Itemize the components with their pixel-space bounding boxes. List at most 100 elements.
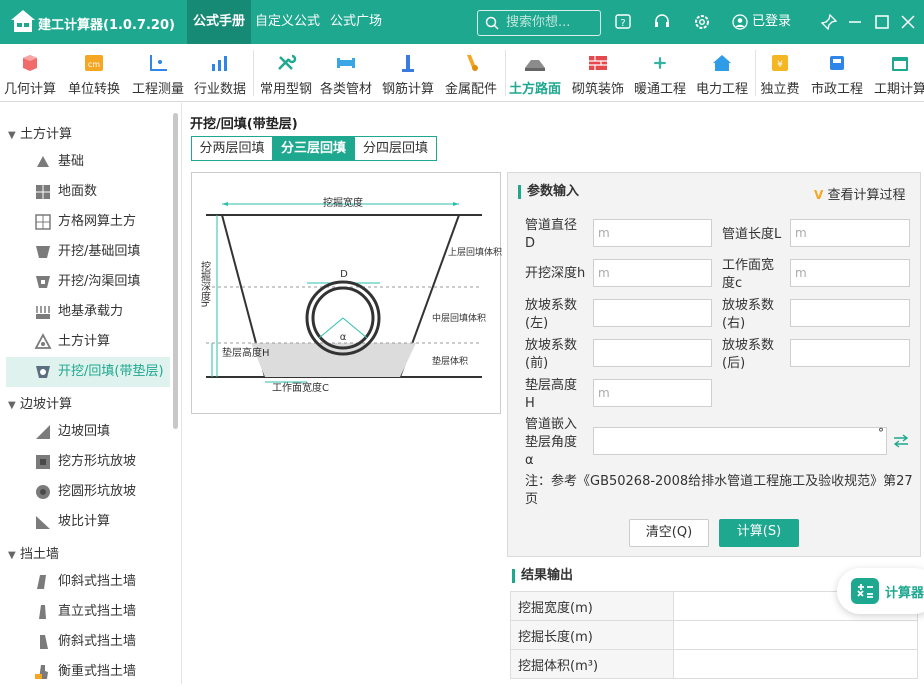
slope-front-input[interactable]	[593, 339, 712, 367]
tab-formula-square[interactable]: 公式广场	[324, 0, 388, 44]
sidebar-scrollbar[interactable]	[173, 113, 178, 429]
tool-geometry[interactable]: 几何计算	[0, 44, 60, 102]
wrench-icon	[278, 54, 297, 70]
tool-rebar[interactable]: 钢筋计算	[378, 44, 438, 102]
search-placeholder: 搜索你想...	[506, 15, 571, 30]
tool-pipes[interactable]: 各类管材	[316, 44, 376, 102]
sidebar-item-vertical-wall[interactable]: 直立式挡土墙	[6, 597, 170, 627]
grid-icon	[36, 185, 50, 199]
rebar-icon	[402, 55, 414, 72]
dim-depth-label: 挖掘深度h	[199, 260, 211, 308]
slope-back-input[interactable]	[790, 339, 910, 367]
input-panel: 参数输入 V 查看计算过程 管道直径D m 管道长度L m 开挖深度h m 工作…	[507, 172, 921, 557]
swap-icon[interactable]	[892, 434, 910, 448]
pipe-diameter-input[interactable]: m	[593, 219, 712, 247]
trench-icon	[36, 246, 50, 258]
workface-width-input[interactable]: m	[790, 259, 910, 287]
label-embed-angle: 管道嵌入垫层角度α	[525, 417, 578, 468]
user-icon	[732, 14, 748, 30]
cushion-height-input[interactable]: m	[593, 379, 712, 407]
tool-masonry[interactable]: 砌筑装饰	[568, 44, 628, 102]
floating-calculator-button[interactable]: 计算器	[837, 568, 924, 614]
tool-metal-parts[interactable]: 金属配件	[440, 44, 502, 102]
help-icon[interactable]: ?	[614, 13, 632, 31]
result-heading: 结果输出	[512, 569, 573, 583]
tool-independent-fee[interactable]: ¥ 独立费	[756, 44, 804, 102]
result-value	[673, 620, 918, 650]
sidebar-item-slope-ratio[interactable]: 坡比计算	[6, 507, 170, 537]
tool-municipal[interactable]: 市政工程	[806, 44, 868, 102]
app-logo-icon	[11, 10, 35, 32]
label-slope-back: 放坡系数(后)	[722, 338, 775, 371]
sidebar-item-ditch-backfill[interactable]: 开挖/沟渠回填	[6, 267, 170, 297]
calculator-icon	[851, 578, 879, 604]
sidebar-item-bearing-capacity[interactable]: 地基承载力	[6, 297, 170, 327]
sidebar-item-grid-earthwork[interactable]: 方格网算土方	[6, 207, 170, 237]
sidebar-group-earthwork[interactable]: ▼ 土方计算	[8, 123, 72, 142]
sidebar-item-cushion-backfill[interactable]: 开挖/回填(带垫层)	[6, 357, 170, 387]
clear-button[interactable]: 清空(Q)	[629, 519, 709, 547]
slope-left-input[interactable]	[593, 299, 712, 327]
sidebar-group-slope[interactable]: ▼ 边坡计算	[8, 393, 72, 412]
minimize-icon[interactable]	[846, 13, 864, 31]
pipe-icon	[337, 58, 355, 68]
cushion-volume-label: 垫层体积	[432, 355, 468, 367]
workface-width-label: 工作面宽度C	[272, 381, 329, 394]
cube-icon	[23, 55, 37, 71]
sidebar-item-ground-count[interactable]: 地面数	[6, 177, 170, 207]
axis-icon	[150, 55, 167, 71]
excavation-depth-input[interactable]: m	[593, 259, 712, 287]
tool-unit-convert[interactable]: cm 单位转换	[64, 44, 124, 102]
tool-schedule[interactable]: 工期计算	[870, 44, 924, 102]
sidebar-item-slope-backfill[interactable]: 边坡回填	[6, 417, 170, 447]
diameter-label: D	[340, 269, 348, 280]
search-input[interactable]: 搜索你想...	[477, 10, 601, 36]
tool-section-steel[interactable]: 常用型钢	[256, 44, 316, 102]
tab-custom-formula[interactable]: 自定义公式	[249, 0, 326, 44]
gear-icon[interactable]	[693, 13, 711, 31]
calculate-button[interactable]: 计算(S)	[719, 519, 799, 547]
tool-industry-data[interactable]: 行业数据	[190, 44, 250, 102]
ratio-icon	[36, 516, 50, 529]
segment-four-layers[interactable]: 分四层回填	[354, 136, 437, 161]
sidebar-item-earth-calc[interactable]: 土方计算	[6, 327, 170, 357]
sidebar-item-forward-wall[interactable]: 俯斜式挡土墙	[6, 627, 170, 657]
label-pipe-diameter: 管道直径D	[525, 218, 578, 251]
tool-survey[interactable]: 工程测量	[128, 44, 188, 102]
forward-wall-icon	[40, 635, 48, 649]
tool-electric[interactable]: 电力工程	[692, 44, 752, 102]
fan-icon	[654, 57, 666, 69]
view-process-link[interactable]: V 查看计算过程	[814, 184, 905, 203]
unit-convert-icon: cm	[85, 55, 103, 71]
pipe-length-input[interactable]: m	[790, 219, 910, 247]
sidebar-group-retaining-wall[interactable]: ▼ 挡土墙	[8, 543, 59, 562]
calendar-icon	[892, 57, 908, 71]
dim-width-label: 挖掘宽度	[323, 196, 363, 209]
cross-section-diagram: 挖掘宽度 挖掘深度h 上层回填体积 中层回填体积 垫层体积 垫层高度H 工作面宽…	[191, 172, 503, 414]
tool-earthwork[interactable]: 土方路面	[506, 44, 564, 102]
headset-icon[interactable]	[653, 13, 671, 31]
sidebar-item-foundation-backfill[interactable]: 开挖/基础回填	[6, 237, 170, 267]
collapse-arrow-icon: ▼	[8, 400, 16, 411]
tab-formula-manual[interactable]: 公式手册	[187, 0, 252, 44]
login-status[interactable]: 已登录	[732, 13, 791, 31]
sidebar-item-balance-wall[interactable]: 衡重式挡土墙	[6, 657, 170, 687]
tool-hvac[interactable]: 暖通工程	[630, 44, 690, 102]
vertical-wall-icon	[39, 605, 46, 619]
category-toolbar: 几何计算 cm 单位转换 工程测量 行业数据 常用型钢 各类管材 钢筋计算 金属配…	[0, 44, 924, 102]
svg-text:?: ?	[620, 18, 625, 29]
pin-icon[interactable]	[820, 13, 838, 31]
bearing-icon	[36, 306, 50, 319]
segment-two-layers[interactable]: 分两层回填	[191, 136, 273, 161]
embed-angle-input[interactable]	[593, 427, 887, 455]
sidebar-item-square-pit[interactable]: 挖方形坑放坡	[6, 447, 170, 477]
close-icon[interactable]	[899, 13, 917, 31]
maximize-icon[interactable]	[873, 13, 891, 31]
segment-three-layers[interactable]: 分三层回填	[272, 136, 355, 161]
app-title: 建工计算器(1.0.7.20)	[38, 18, 175, 33]
trench-diagram-svg: 挖掘宽度 挖掘深度h 上层回填体积 中层回填体积 垫层体积 垫层高度H 工作面宽…	[199, 196, 503, 394]
slope-right-input[interactable]	[790, 299, 910, 327]
sidebar-item-backward-wall[interactable]: 仰斜式挡土墙	[6, 567, 170, 597]
sidebar-item-round-pit[interactable]: 挖圆形坑放坡	[6, 477, 170, 507]
sidebar-item-foundation[interactable]: 基础	[6, 147, 170, 177]
